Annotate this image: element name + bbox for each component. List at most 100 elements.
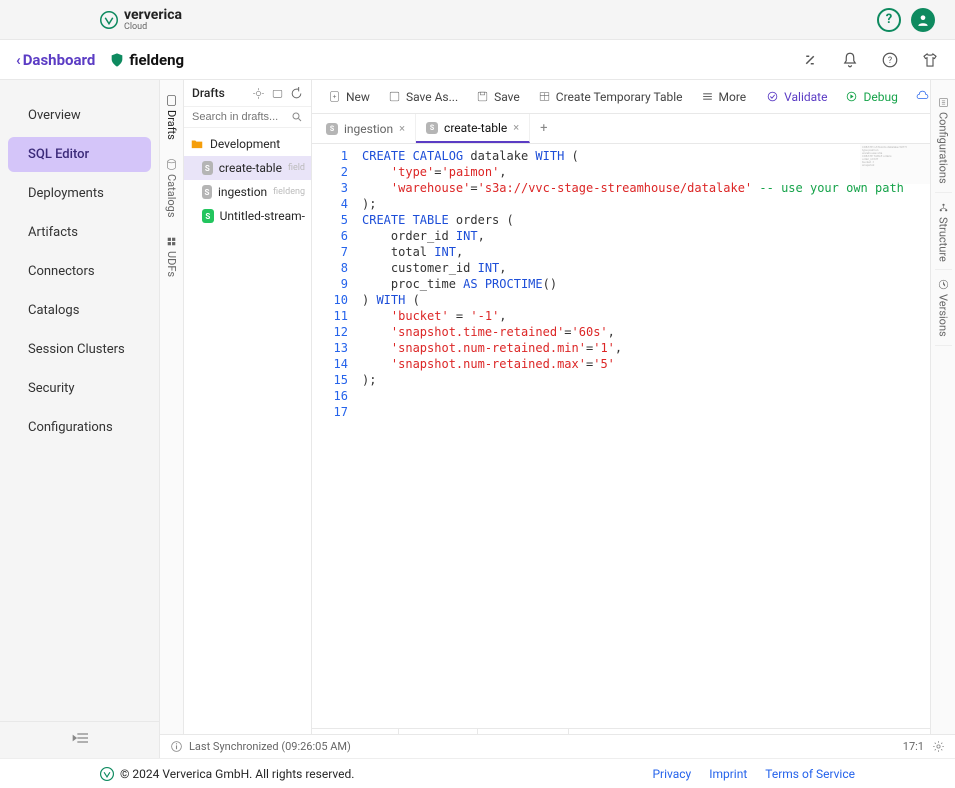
help-icon[interactable]: ? — [881, 51, 899, 69]
collapse-icon — [72, 732, 88, 744]
brand-name: ververica — [124, 8, 182, 22]
search-icon — [291, 111, 303, 123]
rail-udfs[interactable]: UDFs — [163, 229, 180, 283]
tab-create-table[interactable]: Screate-table× — [416, 114, 530, 143]
shield-icon — [109, 52, 125, 68]
right-rail-versions[interactable]: Versions — [935, 270, 952, 346]
editor-toolbar: New Save As... Save Create Temporary Tab… — [312, 80, 930, 114]
locate-icon[interactable] — [252, 87, 265, 100]
editor-tabs: Singestion×Screate-table×+ — [312, 114, 930, 144]
nav-item-connectors[interactable]: Connectors — [8, 254, 151, 289]
drafts-search-input[interactable] — [192, 111, 291, 123]
debug-button[interactable]: Debug — [837, 86, 905, 108]
status-bar: Last Synchronized (09:26:05 AM) 17:1 — [160, 734, 955, 758]
versions-icon — [937, 278, 950, 291]
sql-file-icon: S — [326, 123, 338, 135]
configurations-icon — [937, 96, 950, 109]
save-as-icon — [388, 90, 401, 103]
footer-link-imprint[interactable]: Imprint — [709, 767, 747, 781]
save-as-button[interactable]: Save As... — [380, 86, 466, 108]
editor-column: New Save As... Save Create Temporary Tab… — [312, 80, 931, 758]
deploy-button[interactable]: Deploy — [908, 86, 930, 108]
sql-file-icon: S — [202, 185, 212, 199]
ververica-logo-icon — [100, 11, 118, 29]
cursor-position: 17:1 — [903, 740, 924, 753]
nav-item-overview[interactable]: Overview — [8, 98, 151, 133]
tab-ingestion[interactable]: Singestion× — [316, 114, 416, 143]
catalogs-icon — [165, 158, 178, 171]
shirt-icon[interactable] — [921, 51, 939, 69]
udfs-icon — [165, 235, 178, 248]
right-rail-configurations[interactable]: Configurations — [935, 88, 952, 193]
avatar-button[interactable] — [911, 8, 935, 32]
code-content[interactable]: CREATE CATALOG datalake WITH ( 'type'='p… — [356, 144, 930, 728]
refresh-icon[interactable] — [290, 87, 303, 100]
chevron-left-icon: ‹ — [16, 51, 21, 69]
structure-icon — [937, 201, 950, 214]
svg-text:?: ? — [888, 56, 892, 66]
dashboard-label: Dashboard — [23, 51, 96, 69]
check-icon — [766, 90, 779, 103]
nav-item-session-clusters[interactable]: Session Clusters — [8, 332, 151, 367]
sync-status: Last Synchronized (09:26:05 AM) — [189, 740, 351, 753]
drafts-rail: Drafts Catalogs UDFs — [160, 80, 184, 758]
close-icon[interactable]: × — [399, 122, 405, 135]
workspace-badge[interactable]: fieldeng — [109, 51, 184, 69]
drafts-search[interactable] — [184, 107, 311, 128]
draft-item[interactable]: SUntitled-stream- — [184, 204, 311, 228]
dashboard-link[interactable]: ‹ Dashboard — [16, 51, 95, 69]
rail-catalogs[interactable]: Catalogs — [163, 152, 180, 224]
table-icon — [538, 90, 551, 103]
folder-label: Development — [210, 137, 280, 151]
temp-table-button[interactable]: Create Temporary Table — [530, 86, 691, 108]
draft-item[interactable]: Singestionfieldeng — [184, 180, 311, 204]
footer-logo-icon — [100, 767, 114, 781]
tab-add-button[interactable]: + — [530, 114, 557, 143]
more-button[interactable]: More — [693, 86, 755, 108]
menu-icon — [701, 90, 714, 103]
drafts-icon — [165, 94, 178, 107]
code-editor[interactable]: 1234567891011121314151617 CREATE CATALOG… — [312, 144, 930, 728]
close-icon[interactable]: × — [513, 121, 519, 134]
help-button[interactable]: ? — [877, 8, 901, 32]
file-plus-icon — [328, 90, 341, 103]
nav-item-artifacts[interactable]: Artifacts — [8, 215, 151, 250]
validate-button[interactable]: Validate — [758, 86, 835, 108]
right-rail-structure[interactable]: Structure — [935, 193, 952, 271]
sql-file-icon: S — [426, 122, 438, 134]
copyright: © 2024 Ververica GmbH. All rights reserv… — [120, 767, 354, 781]
save-icon — [476, 90, 489, 103]
plugin-icon[interactable] — [801, 51, 819, 69]
nav-item-catalogs[interactable]: Catalogs — [8, 293, 151, 328]
line-gutter: 1234567891011121314151617 — [312, 144, 356, 728]
draft-item[interactable]: Screate-tablefield — [184, 156, 311, 180]
folder-icon — [190, 137, 204, 151]
tree-folder[interactable]: Development — [184, 132, 311, 156]
footer: © 2024 Ververica GmbH. All rights reserv… — [0, 758, 955, 788]
left-nav: Overview SQL Editor Deployments Artifacts Co… — [0, 80, 160, 758]
nav-bar: ‹ Dashboard fieldeng ? — [0, 40, 955, 80]
gear-icon[interactable] — [932, 740, 945, 753]
info-icon — [170, 740, 183, 753]
nav-item-deployments[interactable]: Deployments — [8, 176, 151, 211]
nav-item-security[interactable]: Security — [8, 371, 151, 406]
new-folder-icon[interactable] — [271, 87, 284, 100]
sql-file-icon: S — [202, 209, 214, 223]
sql-file-icon: S — [202, 161, 213, 175]
save-button[interactable]: Save — [468, 86, 528, 108]
new-button[interactable]: New — [320, 86, 378, 108]
rail-drafts[interactable]: Drafts — [163, 88, 180, 146]
drafts-panel: Drafts Development Screate-tablefieldSin… — [184, 80, 312, 758]
nav-item-configurations[interactable]: Configurations — [8, 410, 151, 445]
bell-icon[interactable] — [841, 51, 859, 69]
user-icon — [916, 13, 930, 27]
nav-item-sql-editor[interactable]: SQL Editor — [8, 137, 151, 172]
collapse-sidebar-button[interactable] — [0, 721, 159, 758]
brand-logo: ververica Cloud — [100, 8, 182, 32]
footer-link-terms-of-service[interactable]: Terms of Service — [765, 767, 855, 781]
drafts-tree: Development Screate-tablefieldSingestion… — [184, 128, 311, 232]
cloud-upload-icon — [916, 90, 929, 103]
footer-link-privacy[interactable]: Privacy — [652, 767, 691, 781]
right-rail: ConfigurationsStructureVersions — [931, 80, 955, 758]
workspace-label: fieldeng — [129, 51, 184, 69]
